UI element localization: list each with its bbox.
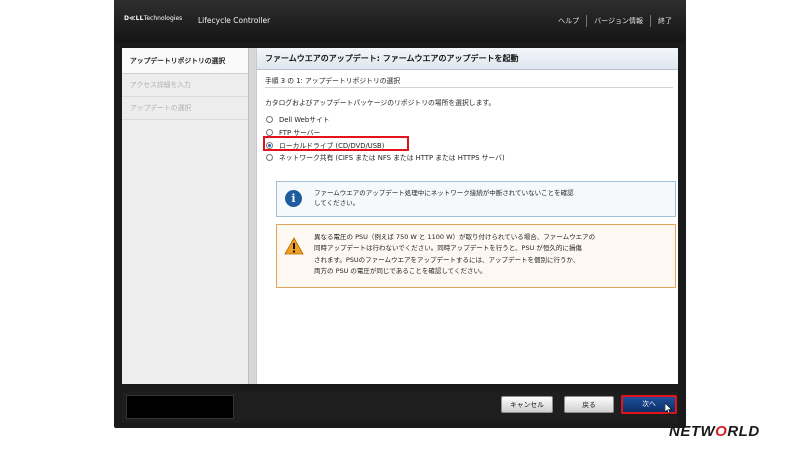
option-label: ネットワーク共有 (CIFS または NFS または HTTP または HTTP… [279, 154, 505, 162]
next-button-label: 次へ [642, 400, 656, 408]
logo-text-part: NETW [669, 423, 716, 440]
radio-button[interactable] [266, 115, 273, 123]
logo-text-part: RLD [727, 423, 760, 440]
option-network-share[interactable]: ネットワーク共有 (CIFS または NFS または HTTP または HTTP… [266, 152, 505, 162]
lifecycle-controller-window: D≪LL Technologies Lifecycle Controller ヘ… [114, 0, 686, 428]
cancel-button[interactable]: キャンセル [501, 396, 553, 413]
info-line: ファームウエアのアップデート処理中にネットワーク接続が中断されていないことを確認 [314, 189, 574, 197]
step-indicator: 手順 3 の 1: アップデートリポジトリの選択 [265, 77, 401, 85]
logo-brand: D≪LL [124, 15, 144, 22]
radio-button[interactable] [266, 153, 273, 161]
mouse-pointer-icon [665, 403, 672, 414]
option-dell-website[interactable]: Dell Webサイト [266, 114, 330, 124]
warning-icon [284, 237, 304, 255]
radio-button[interactable] [266, 128, 273, 136]
info-icon: i [285, 190, 302, 207]
nav-divider [650, 15, 651, 27]
info-line: してください。 [314, 199, 360, 207]
back-button[interactable]: 戻る [564, 396, 614, 413]
exit-link[interactable]: 終了 [658, 16, 672, 26]
divider [265, 87, 673, 88]
warning-text: 異なる電圧の PSU（例えば 750 W と 1100 W）が取り付けられている… [314, 232, 664, 277]
warning-line: 同時アップデートは行わないでください。同時アップデートを行うと、PSU が恒久的… [314, 244, 582, 253]
top-nav: ヘルプ バージョン情報 終了 [558, 15, 672, 27]
instruction-text: カタログおよびアップデートパッケージのリポジトリの場所を選択します。 [265, 99, 496, 107]
screenshot-stage: D≪LL Technologies Lifecycle Controller ヘ… [0, 0, 800, 450]
content-area: アップデートリポジトリの選択 アクセス詳細を入力 アップデートの選択 ファームウ… [122, 48, 678, 384]
dell-technologies-logo: D≪LL Technologies [124, 15, 182, 22]
warning-line: されます。PSUのファームウエアをアップデートするには、アップデートを個別に行う… [314, 255, 580, 264]
footer-status-area [126, 395, 234, 419]
networld-logo: NETWORLD [669, 423, 760, 440]
warning-line: 異なる電圧の PSU（例えば 750 W と 1100 W）が取り付けられている… [314, 233, 596, 241]
nav-divider [586, 15, 588, 27]
logo-suffix: Technologies [143, 15, 183, 22]
page-title: ファームウエアのアップデート: ファームウエアのアップデートを起動 [257, 48, 678, 70]
warning-line: 両方の PSU の電圧が同じであることを確認してください。 [314, 266, 487, 275]
warning-message: 異なる電圧の PSU（例えば 750 W と 1100 W）が取り付けられている… [276, 224, 676, 288]
sidebar-item-select-updates: アップデートの選択 [122, 97, 248, 120]
next-button[interactable]: 次へ [621, 395, 677, 414]
help-link[interactable]: ヘルプ [558, 16, 579, 26]
sidebar-item-select-repository[interactable]: アップデートリポジトリの選択 [122, 48, 248, 74]
footer-bar: キャンセル 戻る 次へ [122, 391, 678, 423]
wizard-steps-sidebar: アップデートリポジトリの選択 アクセス詳細を入力 アップデートの選択 [122, 48, 249, 384]
title-bar: D≪LL Technologies Lifecycle Controller ヘ… [114, 0, 686, 42]
option-label: Dell Webサイト [279, 116, 330, 124]
logo-text-o: O [715, 423, 728, 440]
info-message: i ファームウエアのアップデート処理中にネットワーク接続が中断されていないことを… [276, 181, 676, 217]
red-highlight-box [263, 136, 409, 151]
info-text: ファームウエアのアップデート処理中にネットワーク接続が中断されていないことを確認… [314, 188, 654, 208]
app-title: Lifecycle Controller [198, 16, 271, 25]
main-panel: ファームウエアのアップデート: ファームウエアのアップデートを起動 手順 3 の… [256, 48, 678, 384]
about-link[interactable]: バージョン情報 [594, 16, 643, 26]
sidebar-item-access-details: アクセス詳細を入力 [122, 74, 248, 97]
